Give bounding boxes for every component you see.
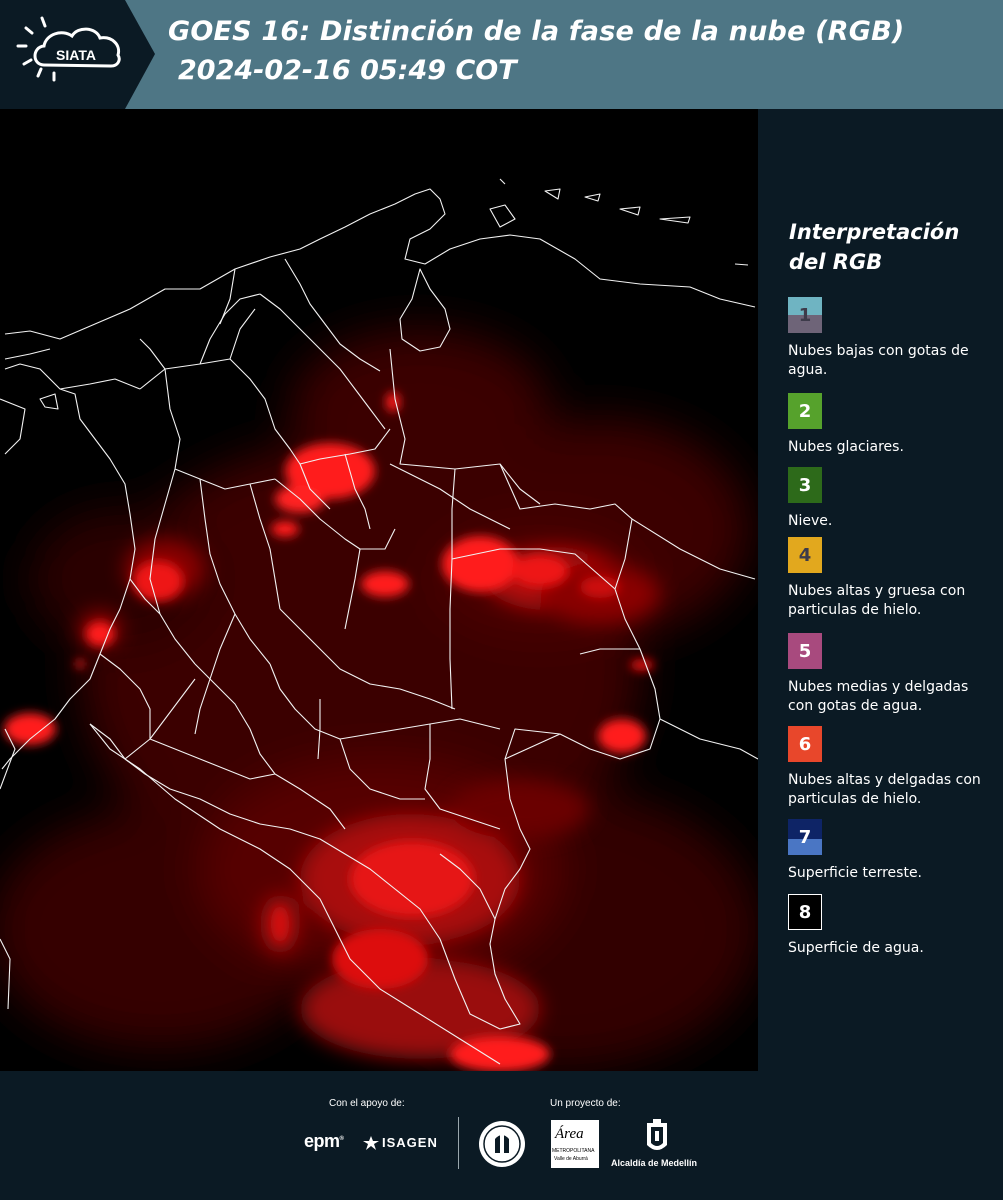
legend-swatch-8: 8: [788, 894, 822, 930]
legend-swatch-2: 2: [788, 393, 822, 429]
legend-label-2: Nubes glaciares.: [788, 439, 904, 455]
legend-swatch-3: 3: [788, 467, 822, 503]
legend-item-4: 4 Nubes altas y gruesa con particulas de…: [788, 537, 988, 620]
siata-logo-text: SIATA: [56, 47, 96, 63]
legend-label-7: Superficie terreste.: [788, 865, 923, 881]
legend-title: Interpretación del RGB: [789, 220, 960, 274]
legend-label-3: Nieve.: [788, 513, 833, 529]
satellite-map: [0, 109, 758, 1071]
legend-panel: Interpretación del RGB 1 Nubes bajas con…: [758, 109, 1003, 1071]
legend-swatch-5: 5: [788, 633, 822, 669]
satellite-map-svg: [0, 109, 758, 1071]
legend-item-5: 5 Nubes medias y delgadas con gotas de a…: [788, 633, 988, 716]
legend-label-6: Nubes altas y delgadas con particulas de…: [788, 772, 981, 807]
epm-logo: epm®: [304, 1131, 344, 1151]
alcaldia-medellin-logo: [645, 1119, 669, 1161]
footer-divider: [458, 1117, 459, 1169]
area-metropolitana-logo: Área METROPOLITANA Valle de Aburrá: [551, 1120, 599, 1168]
header-bar: SIATA GOES 16: Distinción de la fase de …: [0, 0, 1003, 109]
legend-swatch-7: 7: [788, 819, 822, 855]
legend-item-8: 8 Superficie de agua.: [788, 894, 988, 958]
project-label: Un proyecto de:: [550, 1098, 621, 1109]
legend-item-2: 2 Nubes glaciares.: [788, 393, 988, 457]
support-label: Con el apoyo de:: [329, 1098, 405, 1109]
isagen-logo: [362, 1135, 380, 1155]
footer: Con el apoyo de: Un proyecto de: epm® IS…: [0, 1071, 1003, 1200]
legend-swatch-1: 1: [788, 297, 822, 333]
legend-label-1: Nubes bajas con gotas de agua.: [788, 343, 969, 378]
legend-swatch-4: 4: [788, 537, 822, 573]
legend-item-6: 6 Nubes altas y delgadas con particulas …: [788, 726, 988, 809]
legend-label-8: Superficie de agua.: [788, 940, 924, 956]
university-seal-logo: [477, 1119, 527, 1173]
legend-label-5: Nubes medias y delgadas con gotas de agu…: [788, 679, 969, 714]
legend-item-7: 7 Superficie terreste.: [788, 819, 988, 883]
isagen-logo-text: ISAGEN: [382, 1135, 438, 1150]
legend-label-4: Nubes altas y gruesa con particulas de h…: [788, 583, 966, 618]
page-timestamp: 2024-02-16 05:49 COT: [178, 55, 517, 86]
siata-logo: SIATA: [0, 0, 155, 109]
legend-swatch-6: 6: [788, 726, 822, 762]
isagen-mark-icon: [363, 1136, 379, 1150]
coat-of-arms-icon: [647, 1119, 667, 1150]
seal-icon: [479, 1121, 525, 1167]
legend-item-3: 3 Nieve.: [788, 467, 988, 531]
page-title: GOES 16: Distinción de la fase de la nub…: [168, 16, 905, 47]
alcaldia-text: Alcaldía de Medellín: [611, 1158, 698, 1168]
legend-item-1: 1 Nubes bajas con gotas de agua.: [788, 297, 988, 380]
